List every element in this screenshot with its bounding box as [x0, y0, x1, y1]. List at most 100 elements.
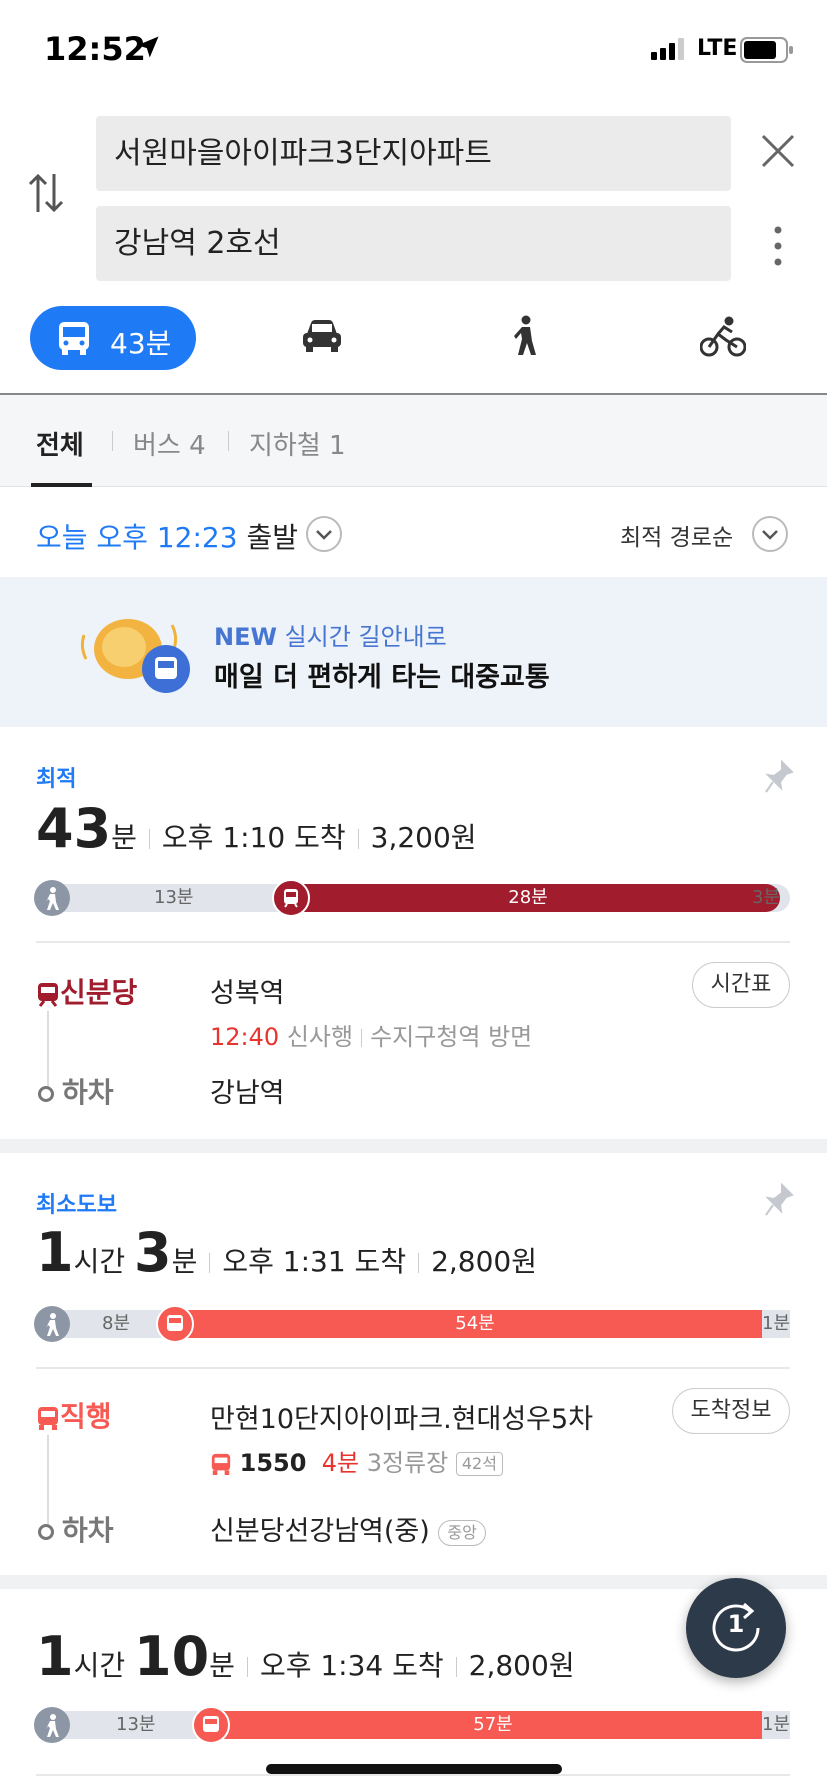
banner-title: NEW 실시간 길안내로: [214, 617, 447, 652]
close-icon[interactable]: [760, 133, 796, 169]
pin-icon[interactable]: [764, 760, 794, 794]
battery-icon: [740, 37, 793, 63]
route-timeline-bar: 13분 28분 3분: [34, 879, 790, 917]
ride-segment: 54분: [160, 1310, 790, 1338]
departure-dropdown[interactable]: [306, 516, 342, 552]
bell-bus-icon: [80, 619, 190, 693]
destination-field[interactable]: 강남역 2호선: [96, 206, 731, 281]
route-card[interactable]: 최소도보 1시간 3분 오후 1:31 도착 2,800원 8분 54분 1분 직행…: [0, 1153, 827, 1575]
line-name: 신분당: [36, 971, 138, 1011]
departure-suffix: 출발: [237, 521, 298, 554]
route-timeline-bar: 13분 57분 1분: [34, 1706, 790, 1744]
card-separator: [0, 1139, 827, 1153]
arrival-info-button[interactable]: 도착정보: [672, 1388, 790, 1434]
pin-icon[interactable]: [764, 1183, 794, 1217]
location-arrow-icon: [137, 36, 159, 58]
departure-time-selector[interactable]: 오늘 오후 12:23 출발: [36, 516, 298, 556]
duration-hours-unit: 시간: [73, 1245, 126, 1278]
tab-all[interactable]: 전체: [36, 425, 84, 462]
duration-minutes-unit: 분: [171, 1245, 198, 1278]
new-badge: NEW: [214, 623, 277, 651]
swap-direction-icon[interactable]: [26, 170, 66, 216]
walk-end-time: 3분: [752, 887, 781, 908]
chevron-down-icon: [316, 530, 332, 540]
boarding-stop: 만현10단지아이파크.현대성우5차: [210, 1404, 594, 1435]
bus-info: 1550 4분 3정류장 42석: [210, 1443, 503, 1478]
fare: 3,200원: [370, 821, 477, 854]
status-bar: 12:52 LTE: [0, 0, 827, 100]
tab-separator: [112, 431, 113, 451]
active-tab-indicator: [31, 483, 92, 487]
duration-minutes: 3: [134, 1221, 172, 1284]
mode-transit-tab[interactable]: 43분: [30, 306, 196, 370]
fab-count: 1: [727, 1610, 745, 1638]
signal-icon: [651, 38, 684, 60]
sort-label[interactable]: 최적 경로순: [620, 518, 733, 552]
alight-text: 하차: [62, 1514, 114, 1547]
tab-separator: [228, 431, 229, 451]
bus-icon: [38, 1407, 58, 1430]
route-tag: 최적: [36, 767, 77, 792]
network-type: LTE: [697, 36, 738, 61]
banner-subtitle: 매일 더 편하게 타는 대중교통: [214, 662, 550, 693]
duration-hours-unit: 시간: [73, 1649, 126, 1682]
fare: 2,800원: [468, 1649, 575, 1682]
origin-field[interactable]: 서원마을아이파크3단지아파트: [96, 116, 731, 191]
arrival-time: 오후 1:34 도착: [259, 1649, 444, 1682]
arrival-time: 오후 1:31 도착: [222, 1245, 407, 1278]
bus-icon: [211, 1453, 231, 1475]
bus-icon: [156, 1305, 194, 1343]
route-summary: 1시간 10분 오후 1:34 도착 2,800원: [36, 1625, 575, 1688]
chevron-down-icon: [762, 530, 778, 540]
sort-dropdown[interactable]: [752, 516, 788, 552]
divider: [36, 1367, 790, 1369]
tab-bus[interactable]: 버스 4: [133, 425, 206, 462]
more-options-icon[interactable]: [772, 226, 784, 266]
duration-hours: 1: [36, 1625, 74, 1688]
boarding-station: 성복역: [210, 978, 285, 1009]
home-indicator[interactable]: [266, 1764, 562, 1774]
arrival-time: 오후 1:10 도착: [161, 821, 346, 854]
train-direction: 수지구청역 방면: [370, 1023, 533, 1051]
alight-label: 하차: [38, 1509, 114, 1549]
ride-segment: 28분: [276, 884, 780, 912]
subway-icon: [38, 983, 58, 1007]
duration-hours: 1: [36, 1221, 74, 1284]
alight-stop-name: 신분당선강남역(중): [210, 1516, 430, 1547]
duration-value: 43: [36, 797, 112, 860]
route-tag: 최소도보: [36, 1193, 117, 1218]
route-timeline-bar: 8분 54분 1분: [34, 1305, 790, 1343]
bus-wait: 4분: [321, 1449, 360, 1477]
walk-start-time: 13분: [154, 887, 194, 908]
bus-seats: 42석: [455, 1452, 503, 1476]
walk-icon: [34, 1306, 70, 1342]
walk-end-time: 1분: [762, 1711, 790, 1739]
bus-icon: [192, 1706, 230, 1744]
walk-icon[interactable]: [510, 315, 540, 357]
refresh-fab[interactable]: 1: [686, 1578, 786, 1678]
status-time: 12:52: [44, 30, 146, 68]
car-icon[interactable]: [301, 318, 343, 354]
walk-end-time: 1분: [762, 1310, 790, 1338]
alight-station: 강남역: [210, 1078, 285, 1109]
walk-start-time: 8분: [102, 1313, 131, 1334]
stop-type-badge: 중앙: [438, 1519, 486, 1546]
duration-minutes-unit: 분: [209, 1649, 235, 1682]
walk-icon: [34, 880, 70, 916]
realtime-guidance-banner[interactable]: NEW 실시간 길안내로 매일 더 편하게 타는 대중교통: [0, 577, 827, 727]
train-destination: 신사행: [286, 1023, 354, 1051]
bike-icon[interactable]: [700, 316, 746, 358]
bus-type: 직행: [36, 1395, 112, 1435]
bus-number: 1550: [239, 1449, 307, 1477]
divider: [36, 941, 790, 943]
route-card[interactable]: 최적 43분 오후 1:10 도착 3,200원 13분 28분 3분 신분당 성복…: [0, 727, 827, 1139]
alight-text: 하차: [62, 1076, 114, 1109]
tab-subway[interactable]: 지하철 1: [249, 425, 346, 462]
train-info: 12:40 신사행 수지구청역 방면: [210, 1017, 532, 1052]
line-name-text: 신분당: [60, 976, 138, 1009]
alight-stop: 신분당선강남역(중) 중앙: [210, 1509, 486, 1548]
timetable-button[interactable]: 시간표: [692, 962, 790, 1008]
ride-segment: 57분: [196, 1711, 790, 1739]
next-train-time: 12:40: [210, 1023, 280, 1051]
walk-icon: [34, 1707, 70, 1743]
